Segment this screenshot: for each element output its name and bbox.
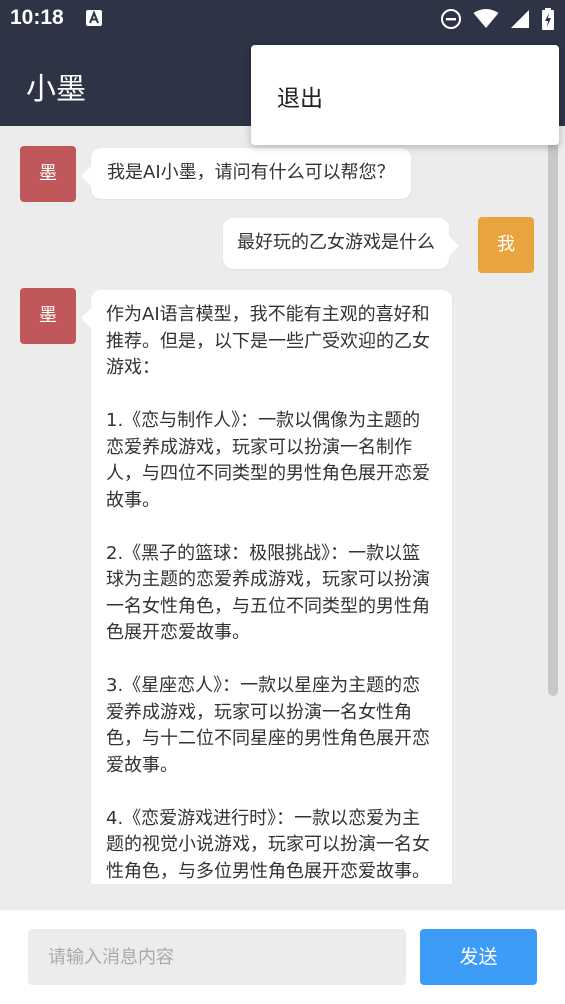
ai-avatar: 墨 xyxy=(20,146,76,202)
message-paragraph: 1.《恋与制作人》：一款以偶像为主题的恋爱养成游戏，玩家可以扮演一名制作人，与四… xyxy=(106,410,430,511)
app-title: 小墨 xyxy=(26,72,86,107)
message-input[interactable] xyxy=(28,929,406,985)
keyboard-a-icon xyxy=(86,10,102,26)
chat-scrollbar[interactable] xyxy=(548,126,558,696)
input-bar: 发送 xyxy=(0,910,565,1004)
ai-message-bubble: 作为AI语言模型，我不能有主观的喜好和推荐。但是，以下是一些广受欢迎的乙女游戏：… xyxy=(81,290,452,884)
status-bar: 10:18 xyxy=(0,0,565,38)
message-paragraph: 4.《恋爱游戏进行时》：一款以恋爱为主题的视觉小说游戏，玩家可以扮演一名女性角色… xyxy=(106,807,430,882)
user-avatar: 我 xyxy=(478,217,534,273)
overflow-menu: 退出 xyxy=(251,45,559,145)
send-button[interactable]: 发送 xyxy=(420,929,537,985)
cellular-signal-icon xyxy=(510,10,529,28)
user-message-bubble: 最好玩的乙女游戏是什么 xyxy=(223,218,459,269)
chat-area[interactable]: 墨 我是AI小墨，请问有什么可以帮您？ 最好玩的乙女游戏是什么 我 墨 作为AI… xyxy=(0,126,565,884)
message-paragraph: 2.《黑子的篮球：极限挑战》：一款以篮球为主题的恋爱养成游戏，玩家可以扮演一名女… xyxy=(106,542,430,644)
status-time: 10:18 xyxy=(10,6,64,29)
message-paragraph: 作为AI语言模型，我不能有主观的喜好和推荐。但是，以下是一些广受欢迎的乙女游戏： xyxy=(106,304,430,378)
ai-message-bubble: 我是AI小墨，请问有什么可以帮您？ xyxy=(81,148,411,199)
message-paragraph: 3.《星座恋人》：一款以星座为主题的恋爱养成游戏，玩家可以扮演一名女性角色，与十… xyxy=(106,675,430,776)
ai-avatar: 墨 xyxy=(20,288,76,344)
wifi-icon xyxy=(473,9,499,28)
menu-item-logout[interactable]: 退出 xyxy=(277,79,323,113)
battery-charging-icon xyxy=(542,8,554,30)
status-icons xyxy=(434,8,555,30)
do-not-disturb-icon xyxy=(440,9,461,29)
